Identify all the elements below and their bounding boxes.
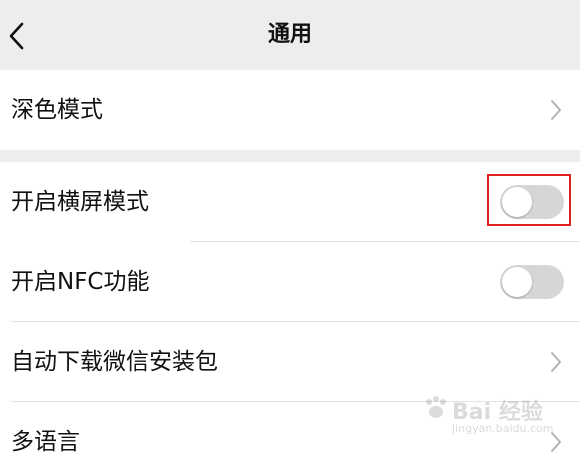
settings-general-screen: 通用 深色模式 开启横屏模式 开启NFC功能 自动下载微信安装包 多语言 Bai… xyxy=(0,0,580,460)
landscape-mode-toggle[interactable] xyxy=(500,185,564,219)
landscape-mode-label: 开启横屏模式 xyxy=(11,189,149,215)
row-auto-download[interactable]: 自动下载微信安装包 xyxy=(0,322,580,402)
settings-group-display: 深色模式 xyxy=(0,70,580,150)
dark-mode-label: 深色模式 xyxy=(11,97,103,123)
row-language[interactable]: 多语言 xyxy=(0,402,580,460)
chevron-right-icon xyxy=(551,100,561,120)
toggle-knob xyxy=(502,187,532,217)
page-title: 通用 xyxy=(267,22,312,47)
nfc-toggle[interactable] xyxy=(500,265,564,299)
navigation-bar: 通用 xyxy=(0,0,580,69)
language-label: 多语言 xyxy=(11,429,80,455)
chevron-right-icon xyxy=(551,352,561,372)
nfc-label: 开启NFC功能 xyxy=(11,269,150,295)
row-dark-mode[interactable]: 深色模式 xyxy=(0,70,580,150)
auto-download-label: 自动下载微信安装包 xyxy=(11,349,218,375)
chevron-right-icon xyxy=(551,432,561,452)
row-nfc[interactable]: 开启NFC功能 xyxy=(0,242,580,322)
toggle-knob xyxy=(502,267,532,297)
row-landscape-mode[interactable]: 开启横屏模式 xyxy=(0,162,580,242)
settings-group-general: 开启横屏模式 开启NFC功能 自动下载微信安装包 多语言 xyxy=(0,162,580,460)
